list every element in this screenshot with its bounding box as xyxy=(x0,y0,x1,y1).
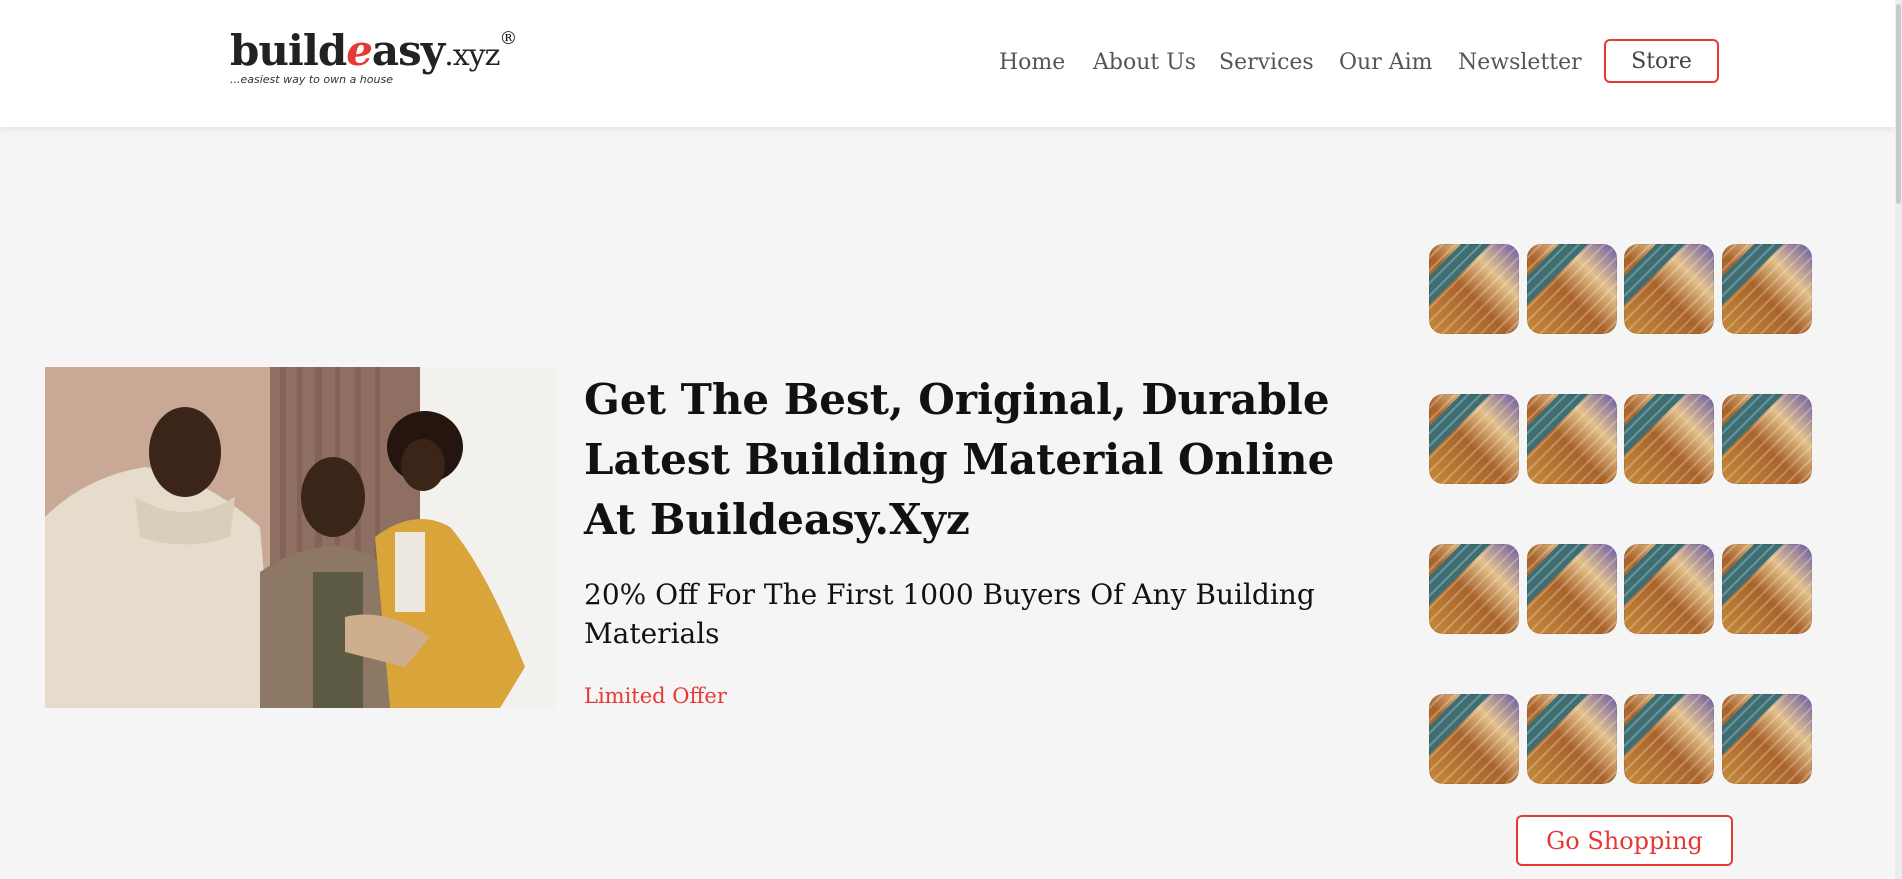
site-header: buildeasy.xyz® ...easiest way to own a h… xyxy=(0,0,1895,127)
product-thumbnail[interactable] xyxy=(1527,244,1617,334)
page-scrollbar[interactable] xyxy=(1895,0,1902,879)
hero-photo-illustration xyxy=(45,367,555,708)
hero-headline: Get The Best, Original, Durable Latest B… xyxy=(584,375,1335,544)
store-button[interactable]: Store xyxy=(1604,39,1719,83)
hero-image xyxy=(45,367,555,708)
product-thumbnail[interactable] xyxy=(1527,694,1617,784)
product-thumbnail[interactable] xyxy=(1624,244,1714,334)
nav-services[interactable]: Services xyxy=(1219,50,1314,75)
product-thumbnail[interactable] xyxy=(1429,394,1519,484)
product-thumbnail[interactable] xyxy=(1722,694,1812,784)
product-thumbnail[interactable] xyxy=(1527,544,1617,634)
nav-about-us[interactable]: About Us xyxy=(1093,50,1196,75)
logo-tagline: ...easiest way to own a house xyxy=(230,73,393,86)
logo-wordmark: buildeasy.xyz® xyxy=(230,26,517,75)
product-thumbnail[interactable] xyxy=(1722,244,1812,334)
nav-home[interactable]: Home xyxy=(999,50,1065,75)
site-logo[interactable]: buildeasy.xyz® ...easiest way to own a h… xyxy=(230,26,517,100)
scrollbar-thumb[interactable] xyxy=(1896,4,1901,204)
product-thumbnail[interactable] xyxy=(1722,394,1812,484)
nav-our-aim[interactable]: Our Aim xyxy=(1339,50,1433,75)
product-thumbnail[interactable] xyxy=(1429,694,1519,784)
go-shopping-button[interactable]: Go Shopping xyxy=(1516,815,1733,866)
product-thumbnail[interactable] xyxy=(1624,394,1714,484)
product-thumbnail[interactable] xyxy=(1429,244,1519,334)
product-thumbnail[interactable] xyxy=(1624,694,1714,784)
product-thumbnail[interactable] xyxy=(1624,544,1714,634)
product-thumbnail[interactable] xyxy=(1429,544,1519,634)
nav-newsletter[interactable]: Newsletter xyxy=(1458,50,1582,75)
limited-offer-label: Limited Offer xyxy=(584,684,727,708)
product-thumbnail[interactable] xyxy=(1527,394,1617,484)
product-thumbnail[interactable] xyxy=(1722,544,1812,634)
hero-subheadline: 20% Off For The First 1000 Buyers Of Any… xyxy=(584,578,1315,650)
